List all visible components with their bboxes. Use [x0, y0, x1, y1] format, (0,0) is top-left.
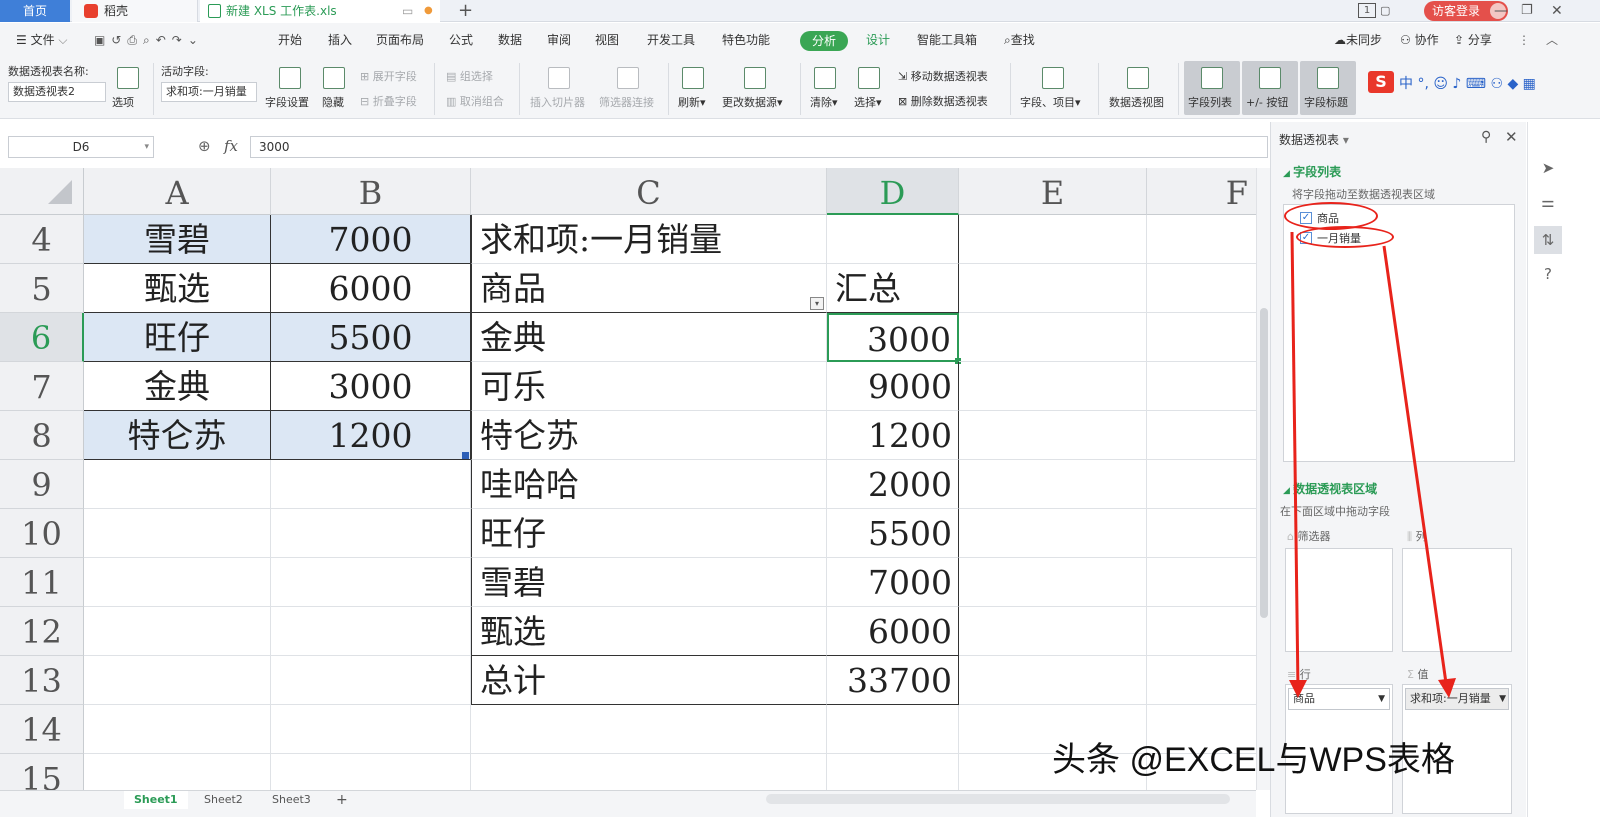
annotation-arrows [1289, 231, 1456, 698]
watermark: 头条 @EXCEL与WPS表格 [1052, 741, 1455, 779]
annotation-arrowhead-values [1438, 678, 1456, 698]
annotation-arrowhead-rows [1289, 680, 1307, 698]
annotation-arrow-values [1382, 245, 1449, 691]
annotation-arrow-rows [1290, 231, 1300, 691]
